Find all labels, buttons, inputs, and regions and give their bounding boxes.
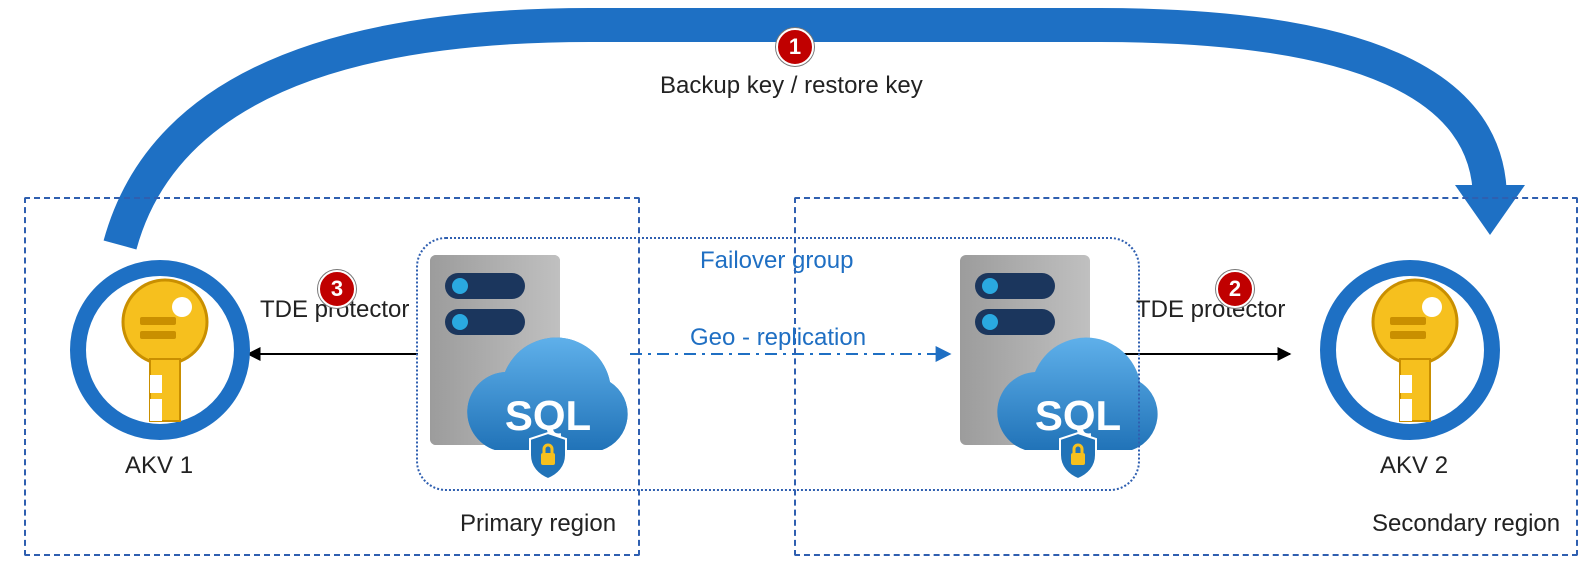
- tde-right-label: TDE protector: [1136, 296, 1285, 324]
- geo-replication-label: Geo - replication: [690, 324, 866, 352]
- badge-1: 1: [776, 28, 814, 66]
- failover-group-box: [416, 237, 1140, 491]
- secondary-region-label: Secondary region: [1372, 510, 1560, 538]
- badge-3: 3: [318, 270, 356, 308]
- akv1-label: AKV 1: [125, 452, 193, 480]
- failover-group-label: Failover group: [700, 247, 853, 275]
- primary-region-label: Primary region: [460, 510, 616, 538]
- akv2-label: AKV 2: [1380, 452, 1448, 480]
- backup-restore-label: Backup key / restore key: [660, 72, 923, 100]
- badge-2: 2: [1216, 270, 1254, 308]
